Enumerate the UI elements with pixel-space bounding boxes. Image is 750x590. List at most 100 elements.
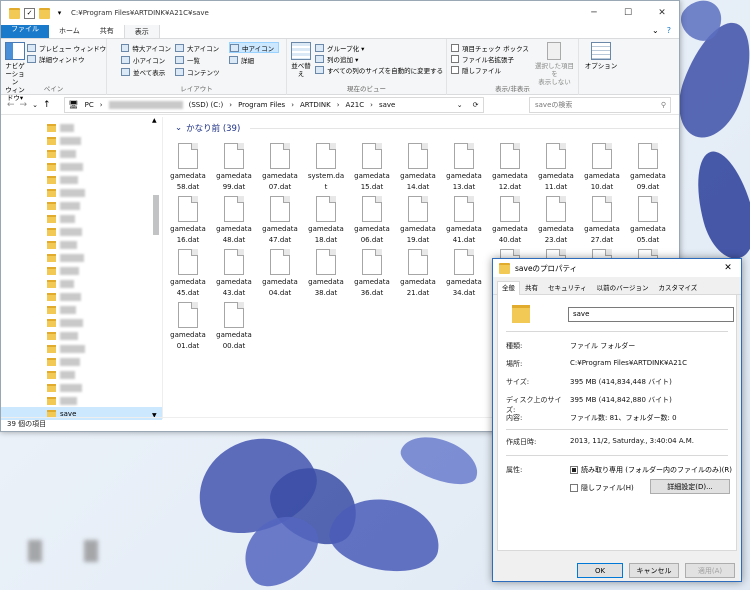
file-item[interactable]: gamedata 12.dat	[487, 143, 533, 196]
group-by-button[interactable]: グループ化 ▾	[315, 42, 443, 53]
maximize-icon[interactable]: ☐	[611, 1, 645, 25]
folder-name-field[interactable]: save	[568, 307, 734, 322]
sort-button[interactable]: 並べ替え	[291, 42, 311, 78]
file-item[interactable]: gamedata 11.dat	[533, 143, 579, 196]
file-item[interactable]: gamedata 09.dat	[625, 143, 671, 196]
nav-item[interactable]	[1, 251, 162, 264]
file-item[interactable]: gamedata 45.dat	[165, 249, 211, 302]
file-item[interactable]: gamedata 41.dat	[441, 196, 487, 249]
chevron-down-icon[interactable]: ⌄	[652, 24, 659, 38]
nav-item[interactable]	[1, 160, 162, 173]
address-box[interactable]: 🖥 PC › (SSD) (C:) › Program Files › ARTD…	[63, 96, 484, 113]
xl-icons-button[interactable]: 特大アイコン	[121, 42, 171, 53]
fit-columns-button[interactable]: すべての列のサイズを自動的に変更する	[315, 64, 443, 75]
hidden-files-toggle[interactable]: 隠しファイル	[451, 64, 529, 75]
nav-item[interactable]	[1, 329, 162, 342]
nav-item[interactable]	[1, 173, 162, 186]
file-item[interactable]: gamedata 36.dat	[349, 249, 395, 302]
small-icons-button[interactable]: 小アイコン	[121, 54, 171, 65]
nav-scrollbar[interactable]: ▲ ▼	[152, 117, 160, 419]
file-item[interactable]: gamedata 14.dat	[395, 143, 441, 196]
new-folder-icon[interactable]	[39, 7, 50, 19]
tab-general[interactable]: 全般	[497, 281, 520, 295]
breadcrumb-drive[interactable]: (SSD) (C:)	[189, 101, 224, 109]
refresh-icon[interactable]: ⟳	[473, 101, 479, 109]
file-item[interactable]: gamedata 13.dat	[441, 143, 487, 196]
file-item[interactable]: gamedata 34.dat	[441, 249, 487, 302]
nav-item[interactable]	[1, 264, 162, 277]
file-item[interactable]: gamedata 04.dat	[257, 249, 303, 302]
nav-item[interactable]	[1, 303, 162, 316]
help-icon[interactable]: ?	[667, 24, 671, 38]
tab-security[interactable]: セキュリティ	[543, 281, 592, 295]
group-header[interactable]: ⌄ かなり前 (39)	[175, 121, 679, 135]
details-pane-button[interactable]: 詳細ウィンドウ	[27, 53, 106, 64]
chevron-down-icon[interactable]: ⌄	[457, 101, 463, 109]
file-item[interactable]: gamedata 05.dat	[625, 196, 671, 249]
file-item[interactable]: gamedata 06.dat	[349, 196, 395, 249]
close-icon[interactable]: ✕	[645, 1, 679, 25]
file-item[interactable]: gamedata 15.dat	[349, 143, 395, 196]
nav-pane-button[interactable]: ナビゲーション ウィンドウ▾	[5, 42, 25, 102]
scroll-up-icon[interactable]: ▲	[152, 117, 157, 124]
readonly-checkbox[interactable]: 読み取り専用 (フォルダー内のファイルのみ)(R)	[570, 465, 732, 475]
options-button[interactable]: オプション	[583, 42, 619, 70]
nav-item[interactable]	[1, 147, 162, 160]
details-button[interactable]: 詳細	[229, 54, 279, 65]
nav-item[interactable]	[1, 290, 162, 303]
file-item[interactable]: gamedata 16.dat	[165, 196, 211, 249]
tab-customize[interactable]: カスタマイズ	[654, 281, 703, 295]
file-item[interactable]: gamedata 19.dat	[395, 196, 441, 249]
file-item[interactable]: gamedata 00.dat	[211, 302, 257, 355]
nav-item[interactable]	[1, 316, 162, 329]
tab-share[interactable]: 共有	[90, 24, 124, 38]
file-item[interactable]: gamedata 48.dat	[211, 196, 257, 249]
breadcrumb-program-files[interactable]: Program Files	[238, 101, 285, 109]
nav-item[interactable]	[1, 121, 162, 134]
breadcrumb-save[interactable]: save	[379, 101, 395, 109]
nav-item[interactable]	[1, 225, 162, 238]
file-item[interactable]: gamedata 18.dat	[303, 196, 349, 249]
nav-item[interactable]	[1, 134, 162, 147]
apply-button[interactable]: 適用(A)	[685, 563, 735, 578]
preview-pane-button[interactable]: プレビュー ウィンドウ	[27, 42, 106, 53]
tab-sharing[interactable]: 共有	[520, 281, 543, 295]
scroll-thumb[interactable]	[153, 195, 159, 235]
file-item[interactable]: gamedata 10.dat	[579, 143, 625, 196]
cancel-button[interactable]: キャンセル	[629, 563, 679, 578]
tab-home[interactable]: ホーム	[49, 24, 90, 38]
advanced-button[interactable]: 詳細設定(D)...	[650, 479, 730, 494]
nav-item[interactable]	[1, 277, 162, 290]
add-column-button[interactable]: 列の追加 ▾	[315, 53, 443, 64]
breadcrumb-artdink[interactable]: ARTDINK	[300, 101, 331, 109]
nav-item[interactable]	[1, 381, 162, 394]
file-item[interactable]: gamedata 07.dat	[257, 143, 303, 196]
file-item[interactable]: gamedata 38.dat	[303, 249, 349, 302]
extensions-toggle[interactable]: ファイル名拡張子	[451, 53, 529, 64]
file-item[interactable]: gamedata 47.dat	[257, 196, 303, 249]
close-icon[interactable]: ✕	[715, 259, 741, 277]
minimize-icon[interactable]: ─	[577, 1, 611, 25]
ok-button[interactable]: OK	[577, 563, 623, 578]
file-item[interactable]: gamedata 01.dat	[165, 302, 211, 355]
list-button[interactable]: 一覧	[175, 54, 225, 65]
hidden-checkbox[interactable]: 隠しファイル(H)	[570, 483, 634, 493]
tab-previous-versions[interactable]: 以前のバージョン	[592, 281, 654, 295]
tiles-button[interactable]: 並べて表示	[121, 66, 171, 77]
nav-item[interactable]	[1, 186, 162, 199]
file-item[interactable]: gamedata 40.dat	[487, 196, 533, 249]
content-button[interactable]: コンテンツ	[175, 66, 225, 77]
nav-item[interactable]	[1, 238, 162, 251]
check-icon[interactable]: ✓	[24, 7, 35, 19]
file-item[interactable]: gamedata 58.dat	[165, 143, 211, 196]
tab-file[interactable]: ファイル	[1, 24, 49, 38]
file-item[interactable]: gamedata 99.dat	[211, 143, 257, 196]
chevron-down-icon[interactable]: ▾	[54, 8, 65, 19]
large-icons-button[interactable]: 大アイコン	[175, 42, 225, 53]
file-item[interactable]: gamedata 43.dat	[211, 249, 257, 302]
file-item[interactable]: gamedata 23.dat	[533, 196, 579, 249]
nav-item[interactable]	[1, 394, 162, 407]
item-checkbox-toggle[interactable]: 項目チェック ボックス	[451, 42, 529, 53]
nav-item[interactable]	[1, 212, 162, 225]
file-item[interactable]: gamedata 21.dat	[395, 249, 441, 302]
